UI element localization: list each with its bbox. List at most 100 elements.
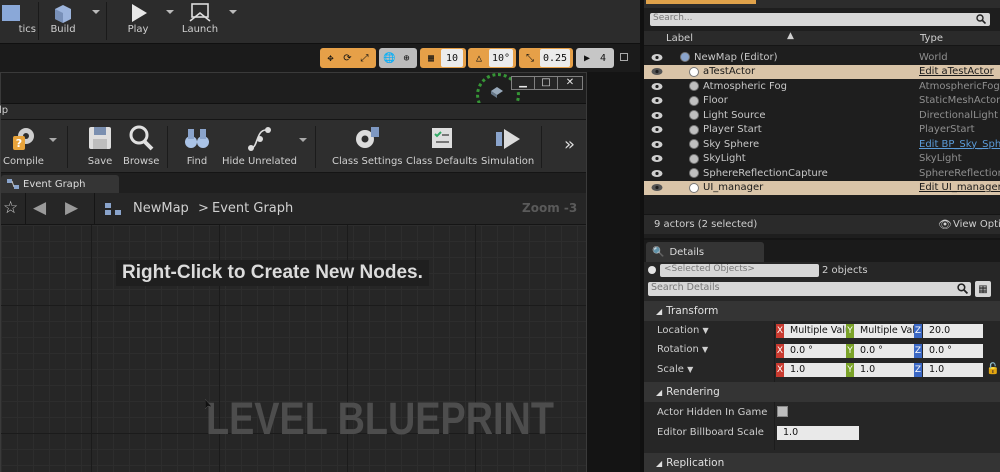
rendering-category[interactable]: ◢ Rendering — [644, 382, 1000, 402]
rotation-x-field[interactable]: 0.0 ° — [784, 344, 846, 358]
selected-objects-field[interactable]: <Selected Objects> — [660, 264, 819, 277]
details-search-input[interactable]: Search Details — [648, 282, 971, 296]
breadcrumb-current[interactable]: Event Graph — [212, 201, 293, 216]
play-dropdown-icon[interactable] — [166, 10, 174, 14]
outliner-row[interactable]: aTestActor Edit aTestActor — [644, 64, 1000, 79]
scale-label[interactable]: Scale ▼ — [657, 364, 693, 375]
rotation-snap-group[interactable]: △ 10° — [468, 48, 516, 68]
outliner-search-input[interactable]: Search... — [650, 13, 990, 26]
grid-icon[interactable]: ▦ — [422, 49, 440, 67]
grid-snap-value[interactable]: 10 — [441, 49, 463, 67]
forward-arrow-icon[interactable]: ▶ — [65, 198, 78, 218]
visibility-eye-icon[interactable] — [651, 82, 663, 91]
hide-unrelated-button[interactable]: Hide Unrelated — [222, 124, 297, 167]
scale-icon[interactable]: ⤢ — [356, 49, 373, 67]
scale-z-field[interactable]: 1.0 — [923, 363, 983, 377]
outliner-row[interactable]: SphereReflectionCapture SphereReflectionC… — [644, 166, 1000, 181]
visibility-eye-icon[interactable] — [651, 154, 663, 163]
tab-event-graph[interactable]: Event Graph — [1, 175, 119, 193]
browse-button[interactable]: Browse — [123, 124, 159, 167]
maximize-viewport-icon[interactable] — [620, 53, 628, 61]
level-viewport[interactable] — [587, 72, 640, 472]
column-label[interactable]: Label — [666, 33, 693, 44]
outliner-row[interactable]: NewMap (Editor) World — [644, 50, 1000, 65]
column-type[interactable]: Type — [920, 33, 943, 44]
outliner-row[interactable]: Floor StaticMeshActor — [644, 94, 1000, 109]
actor-hidden-checkbox[interactable] — [777, 406, 788, 417]
scale-y-field[interactable]: 1.0 — [854, 363, 914, 377]
maximize-button[interactable]: □ — [534, 76, 558, 90]
close-button[interactable]: ✕ — [557, 76, 583, 90]
lock-icon[interactable]: 🔓 — [986, 362, 1000, 375]
build-dropdown-icon[interactable] — [92, 10, 100, 14]
edit-blueprint-link[interactable]: Edit UI_manager — [919, 182, 1000, 193]
launch-dropdown-icon[interactable] — [229, 10, 237, 14]
view-options-button[interactable]: View Optio — [953, 219, 1000, 230]
scale-x-field[interactable]: 1.0 — [784, 363, 846, 377]
billboard-scale-field[interactable]: 1.0 — [777, 426, 859, 440]
class-settings-button[interactable]: Class Settings — [332, 124, 403, 167]
scale-snap-group[interactable]: ⤡ 0.25 — [519, 48, 573, 68]
translate-icon[interactable]: ✥ — [322, 49, 339, 67]
rotate-icon[interactable]: ⟳ — [339, 49, 356, 67]
camera-speed-value[interactable]: 4 — [596, 49, 610, 67]
property-matrix-icon[interactable]: ▦ — [975, 281, 991, 297]
outliner-row[interactable]: Light Source DirectionalLight — [644, 108, 1000, 123]
class-defaults-button[interactable]: Class Defaults — [406, 124, 477, 167]
outliner-row[interactable]: Sky Sphere Edit BP_Sky_Sphere — [644, 137, 1000, 152]
visibility-eye-icon[interactable] — [651, 183, 663, 192]
scale-snap-icon[interactable]: ⤡ — [521, 49, 539, 67]
favorite-star-icon[interactable]: ☆ — [3, 198, 18, 218]
window-titlebar[interactable]: ▁ □ ✕ — [1, 73, 586, 117]
transform-category[interactable]: ◢ Transform — [644, 301, 1000, 321]
tab-details[interactable]: 🔍 Details — [646, 242, 764, 262]
location-x-field[interactable]: Multiple Valu — [784, 324, 846, 338]
event-graph-canvas[interactable]: Right-Click to Create New Nodes. LEVEL B… — [1, 225, 586, 472]
back-arrow-icon[interactable]: ◀ — [33, 198, 46, 218]
visibility-eye-icon[interactable] — [651, 53, 663, 62]
build-button[interactable]: Build — [38, 0, 88, 44]
statistics-button[interactable]: tics — [0, 0, 36, 44]
simulation-button[interactable]: Simulation — [481, 124, 534, 167]
camera-icon[interactable]: ▶ — [578, 49, 596, 67]
location-label[interactable]: Location ▼ — [657, 325, 709, 336]
scale-snap-value[interactable]: 0.25 — [540, 49, 570, 67]
replication-category[interactable]: ◢ Replication — [644, 453, 1000, 472]
menu-help[interactable]: lp — [0, 105, 8, 116]
find-button[interactable]: Find — [183, 124, 211, 167]
breadcrumb-root[interactable]: NewMap — [133, 201, 189, 216]
visibility-eye-icon[interactable] — [651, 67, 663, 76]
outliner-row[interactable]: UI_manager Edit UI_manager — [644, 180, 1000, 195]
visibility-eye-icon[interactable] — [651, 111, 663, 120]
hide-unrelated-dropdown-icon[interactable] — [299, 138, 307, 142]
visibility-eye-icon[interactable] — [651, 169, 663, 178]
grid-snap-group[interactable]: ▦ 10 — [420, 48, 466, 68]
outliner-row[interactable]: Player Start PlayerStart — [644, 123, 1000, 138]
location-z-field[interactable]: 20.0 — [923, 324, 983, 338]
coordinate-group[interactable]: 🌐 ⊕ — [379, 48, 417, 68]
minimize-button[interactable]: ▁ — [511, 76, 535, 90]
rotation-y-field[interactable]: 0.0 ° — [854, 344, 914, 358]
edit-blueprint-link[interactable]: Edit BP_Sky_Sphere — [919, 139, 1000, 150]
outliner-row[interactable]: Atmospheric Fog AtmosphericFog — [644, 79, 1000, 94]
surface-snap-icon[interactable]: ⊕ — [398, 49, 415, 67]
angle-icon[interactable]: △ — [470, 49, 488, 67]
visibility-eye-icon[interactable] — [651, 96, 663, 105]
sort-arrow-icon[interactable]: ▲ — [787, 31, 794, 41]
visibility-eye-icon[interactable] — [651, 140, 663, 149]
visibility-eye-icon[interactable] — [651, 125, 663, 134]
compile-button[interactable]: ? Compile — [3, 124, 44, 167]
rotation-z-field[interactable]: 0.0 ° — [923, 344, 983, 358]
location-y-field[interactable]: Multiple Valu — [854, 324, 914, 338]
transform-mode-group[interactable]: ✥ ⟳ ⤢ — [320, 48, 376, 68]
edit-blueprint-link[interactable]: Edit aTestActor — [919, 66, 994, 77]
rotation-snap-value[interactable]: 10° — [489, 49, 513, 67]
compile-dropdown-icon[interactable] — [49, 138, 57, 142]
camera-speed-group[interactable]: ▶ 4 — [576, 48, 614, 68]
rotation-label[interactable]: Rotation ▼ — [657, 344, 708, 355]
eye-icon[interactable]: 👁 — [938, 218, 952, 231]
outliner-row[interactable]: SkyLight SkyLight — [644, 152, 1000, 167]
play-button[interactable]: Play — [113, 0, 163, 44]
toolbar-overflow-button[interactable]: » — [564, 134, 575, 155]
launch-button[interactable]: Launch — [175, 0, 225, 44]
